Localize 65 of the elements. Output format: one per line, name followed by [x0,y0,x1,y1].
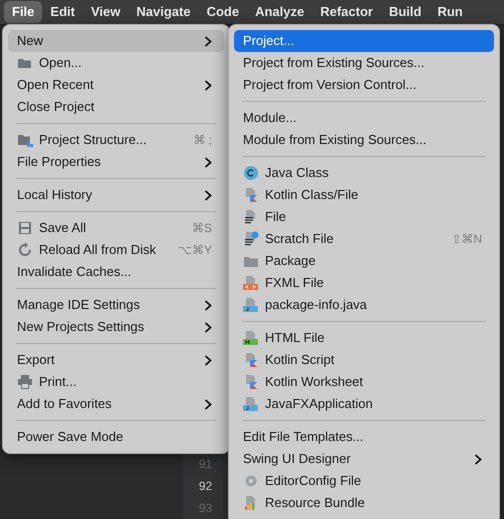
kotlin-file-icon [243,374,259,390]
menu-item[interactable]: FXML File [234,272,494,294]
menu-item[interactable]: HTML File [234,327,494,349]
menu-item[interactable]: Module... [234,107,494,129]
menu-item[interactable]: Local History [8,184,224,206]
menu-item[interactable]: Open... [8,52,224,74]
menu-bar-item[interactable]: Analyze [247,1,312,23]
fxml-file-icon [243,275,259,291]
menu-item[interactable]: Close Project [8,96,224,118]
menu-bar-item[interactable]: Edit [42,1,83,23]
save-icon [17,220,33,236]
menu-item[interactable]: Resource Bundle [234,492,494,514]
menu-item[interactable]: Invalidate Caches... [8,261,224,283]
menu-item[interactable]: Project from Existing Sources... [234,52,494,74]
menu-item[interactable]: Save All ⌘S [8,217,224,239]
line-number: 92 [198,478,212,495]
menu-bar-item[interactable]: Refactor [312,1,381,23]
menu-item[interactable]: File [234,206,494,228]
menu-item[interactable]: Kotlin Class/File [234,184,494,206]
menu-item[interactable]: Add to Favorites [8,393,224,415]
menu-item[interactable]: EditorConfig File [234,470,494,492]
html-file-icon [243,330,259,346]
shortcut-label: ⌘ ; [193,132,212,149]
menu-bar-item[interactable]: Code [198,1,248,23]
menu-item[interactable]: Manage IDE Settings [8,294,224,316]
menu-item[interactable]: JavaFXApplication [234,393,494,415]
menu-item[interactable]: Power Save Mode [8,426,224,448]
menu-item[interactable]: Package [234,250,494,272]
menu-item[interactable]: Reload All from Disk ⌥⌘Y [8,239,224,261]
menu-item[interactable]: Export [8,349,224,371]
printer-icon [17,374,33,390]
shortcut-label: ⇧⌘N [451,231,482,248]
menu-bar-item[interactable]: Navigate [128,1,199,23]
menu-bar-item[interactable]: Build [380,1,430,23]
menu-item[interactable]: Scratch File ⇧⌘N [234,228,494,250]
menu-item[interactable]: Module from Existing Sources... [234,129,494,151]
shortcut-label: ⌥⌘Y [178,242,212,259]
menu-item[interactable]: Swing UI Designer [234,448,494,470]
menu-item[interactable]: Project from Version Control... [234,74,494,96]
line-number: 93 [198,500,212,517]
menu-item[interactable]: Kotlin Script [234,349,494,371]
menu-item[interactable]: package-info.java [234,294,494,316]
menu-item[interactable]: Project... [234,30,494,52]
java-file-icon [243,396,259,412]
menu-bar-item[interactable]: File [4,1,42,23]
menu-item[interactable]: New Projects Settings [8,316,224,338]
reload-icon [17,242,33,258]
folder-grid-icon [17,132,33,148]
gear-icon [243,473,259,489]
class-icon [243,165,259,181]
java-file-icon [243,297,259,313]
menu-item[interactable]: New [8,30,224,52]
menu-item[interactable]: Project Structure... ⌘ ; [8,129,224,151]
menu-bar-item[interactable]: Run [429,1,471,23]
menu-item[interactable]: Print... [8,371,224,393]
kotlin-file-icon [243,352,259,368]
menu-item[interactable]: Kotlin Worksheet [234,371,494,393]
shortcut-label: ⌘S [192,220,212,237]
scratch-file-icon [243,231,259,247]
menu-bar-item[interactable]: View [82,1,128,23]
menu-item[interactable]: Open Recent [8,74,224,96]
menu-item[interactable]: File Properties [8,151,224,173]
kotlin-file-icon [243,187,259,203]
menu-item[interactable]: Java Class [234,162,494,184]
menu-item[interactable]: Edit File Templates... [234,426,494,448]
